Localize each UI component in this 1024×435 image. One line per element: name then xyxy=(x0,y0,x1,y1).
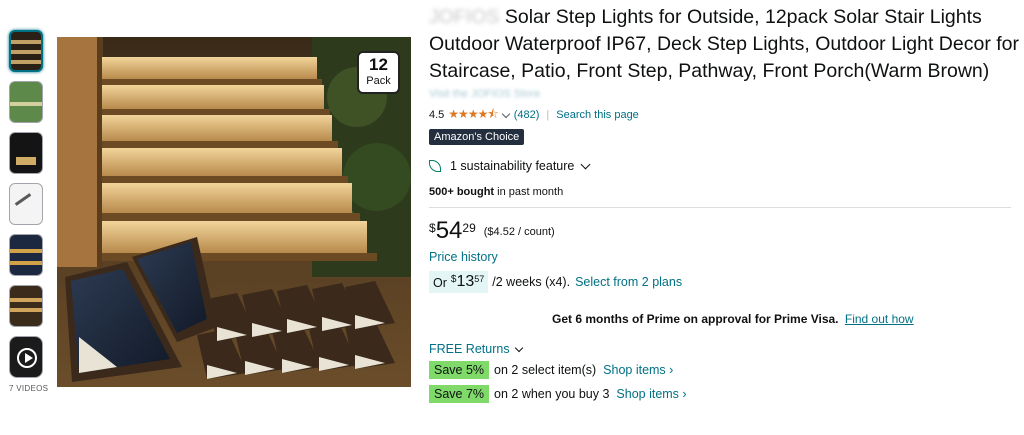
brand-name-blurred: JOFIOS xyxy=(429,6,500,28)
leaf-icon xyxy=(429,160,441,172)
promo-text: on 2 when you buy 3 xyxy=(494,387,610,401)
sustainability-feature[interactable]: 1 sustainability feature xyxy=(429,159,1019,173)
pack-count-badge: 12 Pack xyxy=(357,51,400,94)
save-badge: Save 5% xyxy=(429,361,490,379)
promo-row: Save 7% on 2 when you buy 3 Shop items › xyxy=(429,385,1019,403)
bought-period: in past month xyxy=(494,186,564,198)
prime-offer-text: Get 6 months of Prime on approval for Pr… xyxy=(552,312,839,326)
price-whole: 54 xyxy=(435,217,463,244)
product-info: JOFIOS Solar Step Lights for Outside, 12… xyxy=(429,0,1019,403)
price-currency: $ xyxy=(429,221,436,235)
choice-suffix: Choice xyxy=(481,131,520,143)
search-this-page-link[interactable]: Search this page xyxy=(556,109,639,121)
bought-count: 500+ bought xyxy=(429,186,495,198)
divider xyxy=(429,207,1011,208)
installment-fraction: 57 xyxy=(474,274,485,284)
save-badge: Save 7% xyxy=(429,385,490,403)
promo-text: on 2 select item(s) xyxy=(494,363,597,377)
rating-value: 4.5 xyxy=(429,109,445,121)
video-thumbnail[interactable] xyxy=(9,336,43,378)
videos-count-label: 7 VIDEOS xyxy=(9,384,49,393)
installment-terms: /2 weeks (x4). xyxy=(492,275,571,289)
thumbnail-4[interactable] xyxy=(9,183,43,225)
separator: | xyxy=(546,109,550,121)
thumbnail-1[interactable] xyxy=(9,30,43,72)
sustainability-label: 1 sustainability feature xyxy=(450,159,575,173)
price-fraction: 29 xyxy=(462,221,476,235)
price-history-link[interactable]: Price history xyxy=(429,250,1019,264)
select-plans-link[interactable]: Select from 2 plans xyxy=(575,275,682,289)
thumbnail-2[interactable] xyxy=(9,81,43,123)
chevron-down-icon[interactable] xyxy=(580,159,591,170)
product-title: JOFIOS Solar Step Lights for Outside, 12… xyxy=(429,4,1019,85)
star-rating-icon[interactable]: ★★★★⯪ xyxy=(448,105,498,126)
installment-price-box: Or $ 13 57 xyxy=(429,271,489,293)
store-link[interactable]: Visit the JOFIOS Store xyxy=(429,88,1019,102)
thumbnail-3[interactable] xyxy=(9,132,43,174)
installment-whole: 13 xyxy=(456,273,475,290)
thumbnail-5[interactable] xyxy=(9,234,43,276)
price-per-unit: ($4.52 / count) xyxy=(483,226,555,238)
price: $ 54 29 ($4.52 / count) xyxy=(429,218,1019,244)
pack-count-number: 12 xyxy=(369,55,388,74)
free-returns-dropdown[interactable]: FREE Returns xyxy=(429,342,1019,356)
thumbnail-6[interactable] xyxy=(9,285,43,327)
play-icon xyxy=(17,348,37,368)
thumbnail-strip xyxy=(9,30,45,387)
chevron-down-icon xyxy=(514,343,523,352)
find-out-how-link[interactable]: Find out how xyxy=(845,312,914,326)
chevron-down-icon[interactable] xyxy=(501,109,510,118)
installment-plan: Or $ 13 57 /2 weeks (x4). Select from 2 … xyxy=(429,271,1019,293)
product-title-text: Solar Step Lights for Outside, 12pack So… xyxy=(429,6,1019,82)
shop-items-link[interactable]: Shop items › xyxy=(616,387,686,401)
rating-count-link[interactable]: (482) xyxy=(514,109,540,121)
rating-row: 4.5 ★★★★⯪ (482) | Search this page xyxy=(429,107,1019,123)
installment-or: Or xyxy=(433,276,447,290)
promo-row: Save 5% on 2 select item(s) Shop items › xyxy=(429,361,1019,379)
amazons-choice-badge[interactable]: Amazon's Choice xyxy=(429,129,525,145)
choice-prefix: Amazon's xyxy=(434,131,482,143)
free-returns-label: FREE Returns xyxy=(429,342,510,356)
prime-offer: Get 6 months of Prime on approval for Pr… xyxy=(429,312,1019,326)
shop-items-link[interactable]: Shop items › xyxy=(603,363,673,377)
bought-in-past-month: 500+ bought in past month xyxy=(429,186,1019,198)
pack-count-word: Pack xyxy=(366,75,391,87)
